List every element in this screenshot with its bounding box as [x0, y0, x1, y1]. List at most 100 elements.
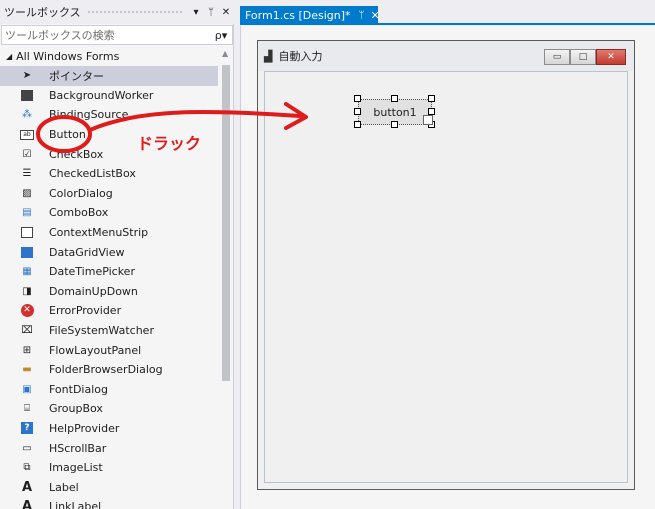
filesystem-watcher-icon: ⌧: [21, 325, 33, 337]
close-icon[interactable]: ✕: [371, 9, 380, 22]
toolbox-item-hscrollbar[interactable]: ▭ HScrollBar: [0, 438, 218, 458]
toolbox-item-datetimepicker[interactable]: ▦ DateTimePicker: [0, 262, 218, 282]
item-label: Label: [49, 480, 79, 494]
item-label: BindingSource: [49, 108, 129, 122]
toolbox-item-linklabel[interactable]: A LinkLabel: [0, 497, 218, 509]
form-window[interactable]: ▟ 自動入力 ▭ □ ✕: [257, 40, 635, 490]
item-label: GroupBox: [49, 402, 103, 416]
item-label: ColorDialog: [49, 186, 113, 200]
datagrid-icon: [18, 244, 36, 260]
search-icon[interactable]: ρ▾: [210, 29, 232, 42]
item-label: ImageList: [49, 461, 103, 475]
item-label: HelpProvider: [49, 421, 120, 435]
resize-handle[interactable]: [391, 95, 398, 102]
search-input[interactable]: [2, 27, 210, 43]
minimize-button[interactable]: ▭: [544, 49, 570, 65]
toolbox-scrollbar[interactable]: ▲: [219, 47, 233, 509]
toolbox-item-groupbox[interactable]: ⌸ GroupBox: [0, 399, 218, 419]
toolbox-item-filesystemwatcher[interactable]: ⌧ FileSystemWatcher: [0, 321, 218, 341]
item-label: ErrorProvider: [49, 304, 122, 318]
binding-source-icon: ⁂: [22, 109, 32, 121]
imagelist-icon: ⧉: [23, 462, 31, 474]
folder-browser-icon: ▬: [22, 364, 32, 376]
collapse-arrow-icon[interactable]: ◢: [6, 52, 12, 61]
scroll-thumb[interactable]: [222, 65, 230, 381]
toolbox-item-folderbrowserdialog[interactable]: ▬ FolderBrowserDialog: [0, 360, 218, 380]
toolbox-item-contextmenustrip[interactable]: ContextMenuStrip: [0, 223, 218, 243]
item-label: DateTimePicker: [49, 265, 135, 279]
tab-label: Form1.cs [Design]*: [245, 9, 351, 22]
toolbox-item-imagelist[interactable]: ⧉ ImageList: [0, 458, 218, 478]
toolbox-search-box[interactable]: ρ▾: [1, 25, 233, 45]
groupbox-icon: ⌸: [24, 403, 30, 415]
resize-handle[interactable]: [354, 121, 361, 128]
header-grip[interactable]: [86, 9, 183, 15]
form-titlebar[interactable]: ▟ 自動入力 ▭ □ ✕: [258, 41, 634, 71]
resize-handle[interactable]: [354, 108, 361, 115]
category-label: All Windows Forms: [16, 50, 120, 63]
color-dialog-icon: ▨: [22, 187, 32, 199]
flow-layout-icon: ⊞: [22, 344, 32, 356]
context-menu-icon: [18, 225, 36, 241]
drag-label: ドラック: [137, 134, 202, 153]
close-button[interactable]: ✕: [596, 49, 626, 65]
help-provider-icon: ?: [18, 420, 36, 436]
smart-tag-icon[interactable]: [423, 115, 433, 125]
domain-updown-icon: ◨: [22, 285, 32, 297]
toolbox-item-pointer[interactable]: ➤ ポインター: [0, 66, 218, 86]
resize-handle[interactable]: [354, 95, 361, 102]
toolbox-item-datagridview[interactable]: DataGridView: [0, 242, 218, 262]
item-label: DataGridView: [49, 245, 125, 259]
toolbox-item-helpprovider[interactable]: ? HelpProvider: [0, 419, 218, 439]
toolbox-item-colordialog[interactable]: ▨ ColorDialog: [0, 184, 218, 204]
toolbox-item-checkedlistbox[interactable]: ☰ CheckedListBox: [0, 164, 218, 184]
document-tab-bar: Form1.cs [Design]* ᛘ ✕: [240, 6, 655, 25]
item-label: LinkLabel: [49, 500, 102, 509]
linklabel-icon: A: [21, 499, 33, 509]
item-label: HScrollBar: [49, 441, 107, 455]
checked-listbox-icon: ☰: [22, 168, 32, 180]
label-icon: A: [21, 479, 33, 495]
toolbox-header: ツールボックス ▾ ᛘ ✕: [0, 0, 234, 24]
item-label: BackgroundWorker: [49, 88, 154, 102]
resize-handle[interactable]: [428, 95, 435, 102]
item-label: Button: [49, 128, 86, 142]
toolbox-panel: ツールボックス ▾ ᛘ ✕ ρ▾ ◢ All Windows Forms ➤ ポ…: [0, 0, 234, 509]
background-worker-icon: [18, 87, 36, 103]
toolbox-item-errorprovider[interactable]: ✕ ErrorProvider: [0, 301, 218, 321]
close-icon[interactable]: ✕: [219, 7, 233, 18]
font-dialog-icon: ▣: [22, 383, 32, 395]
dropdown-icon[interactable]: ▾: [189, 7, 203, 18]
pin-icon[interactable]: ᛘ: [359, 10, 365, 21]
item-label: FolderBrowserDialog: [49, 363, 163, 377]
combobox-icon: ▤: [22, 207, 32, 219]
item-label: ContextMenuStrip: [49, 226, 149, 240]
item-label: CheckBox: [49, 147, 104, 161]
form-title: 自動入力: [278, 50, 323, 63]
toolbox-item-fontdialog[interactable]: ▣ FontDialog: [0, 380, 218, 400]
resize-handle[interactable]: [391, 121, 398, 128]
datetime-picker-icon: ▦: [22, 266, 32, 278]
toolbox-item-combobox[interactable]: ▤ ComboBox: [0, 203, 218, 223]
form-client-area[interactable]: [264, 71, 628, 483]
toolbox-item-label[interactable]: A Label: [0, 477, 218, 497]
error-provider-icon: ✕: [18, 303, 36, 319]
item-label: CheckedListBox: [49, 167, 136, 181]
toolbox-title: ツールボックス: [4, 6, 81, 19]
tab-form1-design[interactable]: Form1.cs [Design]* ᛘ ✕: [240, 6, 380, 25]
scroll-up-icon[interactable]: ▲: [222, 49, 228, 58]
checkbox-icon: ☑: [22, 148, 32, 160]
maximize-button[interactable]: □: [570, 49, 596, 65]
toolbox-item-backgroundworker[interactable]: BackgroundWorker: [0, 86, 218, 106]
toolbox-item-bindingsource[interactable]: ⁂ BindingSource: [0, 105, 218, 125]
item-label: FontDialog: [49, 382, 108, 396]
pin-icon[interactable]: ᛘ: [204, 7, 218, 18]
toolbox-item-domainupdown[interactable]: ◨ DomainUpDown: [0, 282, 218, 302]
item-label: FlowLayoutPanel: [49, 343, 142, 357]
category-header[interactable]: ◢ All Windows Forms: [0, 47, 218, 66]
item-label: ポインター: [49, 69, 104, 83]
hscrollbar-icon: ▭: [22, 442, 32, 454]
toolbox-item-flowlayoutpanel[interactable]: ⊞ FlowLayoutPanel: [0, 340, 218, 360]
resize-handle[interactable]: [428, 108, 435, 115]
item-label: DomainUpDown: [49, 284, 138, 298]
